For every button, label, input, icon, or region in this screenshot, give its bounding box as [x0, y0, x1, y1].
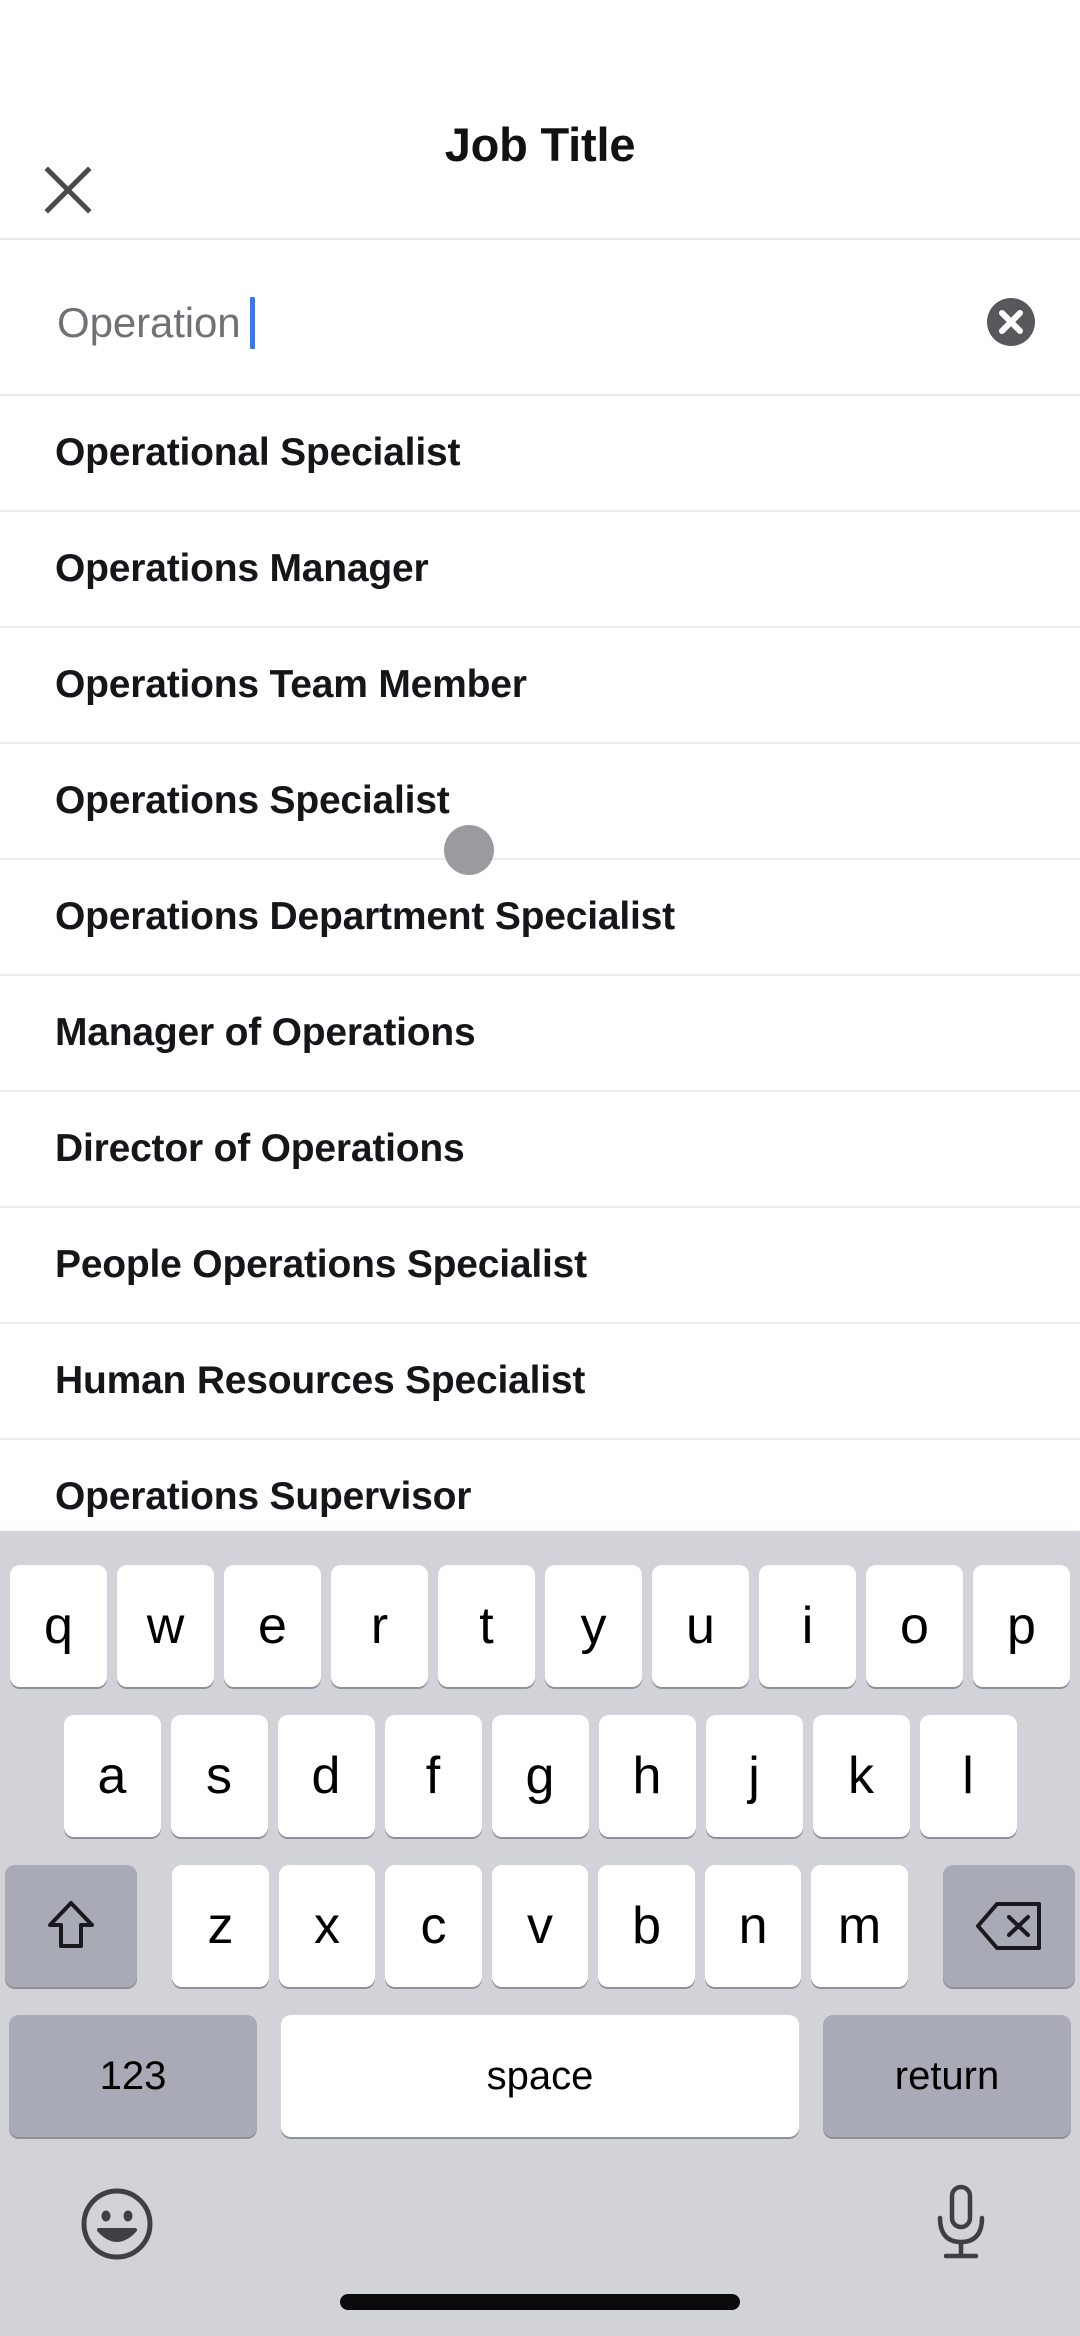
list-item-label: Operations Manager — [55, 547, 429, 590]
key-e[interactable]: e — [224, 1565, 321, 1687]
emoji-key[interactable] — [72, 2181, 162, 2271]
phone-screen: Job Title Operation Operational Speciali… — [0, 0, 1080, 2336]
key-c[interactable]: c — [385, 1865, 482, 1987]
list-item[interactable]: Operational Specialist — [0, 396, 1080, 512]
list-item[interactable]: Operations Specialist — [0, 744, 1080, 860]
key-f[interactable]: f — [384, 1715, 482, 1837]
microphone-icon — [928, 2182, 994, 2271]
backspace-key[interactable] — [942, 1865, 1076, 1987]
row4-left-gap — [262, 2015, 276, 2137]
return-key[interactable]: return — [823, 2015, 1071, 2137]
row3-right-gap — [913, 1865, 938, 1987]
clear-circle-x-icon — [986, 297, 1036, 347]
key-w[interactable]: w — [117, 1565, 214, 1687]
list-item-label: Director of Operations — [55, 1127, 465, 1170]
key-m[interactable]: m — [811, 1865, 908, 1987]
space-key[interactable]: space — [281, 2015, 799, 2137]
keyboard-bottom-bar — [0, 2165, 1080, 2336]
row3-left-gap — [142, 1865, 167, 1987]
list-item-label: Operations Supervisor — [55, 1475, 472, 1518]
navigation-bar: Job Title — [0, 0, 1080, 240]
keyboard-row-4: 123 space return — [0, 2015, 1080, 2137]
list-item[interactable]: Operations Manager — [0, 512, 1080, 628]
key-h[interactable]: h — [598, 1715, 696, 1837]
key-d[interactable]: d — [277, 1715, 375, 1837]
search-field-row[interactable]: Operation — [0, 250, 1080, 396]
search-input-value: Operation — [57, 299, 241, 346]
list-item-label: Human Resources Specialist — [55, 1359, 586, 1402]
key-q[interactable]: q — [10, 1565, 107, 1687]
key-y[interactable]: y — [545, 1565, 642, 1687]
list-item[interactable]: Director of Operations — [0, 1092, 1080, 1208]
emoji-smiley-icon — [79, 2186, 155, 2267]
touch-point — [444, 825, 494, 875]
clear-search-button[interactable] — [986, 297, 1036, 347]
key-x[interactable]: x — [278, 1865, 376, 1987]
key-i[interactable]: i — [759, 1565, 856, 1687]
text-caret — [249, 297, 255, 349]
key-o[interactable]: o — [866, 1565, 963, 1687]
key-p[interactable]: p — [973, 1565, 1070, 1687]
row4-right-gap — [804, 2015, 818, 2137]
list-item[interactable]: Human Resources Specialist — [0, 1324, 1080, 1440]
list-item-label: Operational Specialist — [55, 431, 461, 474]
key-k[interactable]: k — [812, 1715, 910, 1837]
home-indicator[interactable] — [340, 2294, 740, 2310]
key-v[interactable]: v — [491, 1865, 589, 1987]
key-t[interactable]: t — [438, 1565, 535, 1687]
list-item[interactable]: Manager of Operations — [0, 976, 1080, 1092]
list-item-label: Operations Department Specialist — [55, 895, 675, 938]
key-z[interactable]: z — [172, 1865, 269, 1987]
shift-key[interactable] — [5, 1865, 138, 1987]
dictation-key[interactable] — [916, 2181, 1006, 2271]
backspace-delete-icon — [975, 1900, 1043, 1952]
shift-arrow-icon — [44, 1896, 98, 1956]
keyboard-row-3: z x c v b n m — [0, 1865, 1080, 1987]
key-r[interactable]: r — [331, 1565, 428, 1687]
list-item-label: Operations Specialist — [55, 779, 450, 822]
onscreen-keyboard: q w e r t y u i o p a s d f g h j k l z … — [0, 1531, 1080, 2336]
key-a[interactable]: a — [63, 1715, 161, 1837]
list-item-label: Operations Team Member — [55, 663, 527, 706]
list-item[interactable]: People Operations Specialist — [0, 1208, 1080, 1324]
list-item-label: People Operations Specialist — [55, 1243, 587, 1286]
row2-right-spacer — [1022, 1715, 1075, 1837]
row2-left-spacer — [6, 1715, 59, 1837]
key-b[interactable]: b — [598, 1865, 695, 1987]
search-input[interactable]: Operation — [57, 250, 255, 396]
keyboard-row-1: q w e r t y u i o p — [0, 1565, 1080, 1687]
key-l[interactable]: l — [919, 1715, 1017, 1837]
keyboard-row-2: a s d f g h j k l — [0, 1715, 1080, 1837]
list-item[interactable]: Operations Department Specialist — [0, 860, 1080, 976]
key-g[interactable]: g — [491, 1715, 589, 1837]
list-item-label: Manager of Operations — [55, 1011, 476, 1054]
list-item[interactable]: Operations Supervisor — [0, 1440, 1080, 1531]
key-s[interactable]: s — [170, 1715, 268, 1837]
job-title-results-list[interactable]: Operational Specialist Operations Manage… — [0, 396, 1080, 1531]
list-item[interactable]: Operations Team Member — [0, 628, 1080, 744]
key-n[interactable]: n — [704, 1865, 802, 1987]
key-j[interactable]: j — [705, 1715, 803, 1837]
numbers-key[interactable]: 123 — [9, 2015, 257, 2137]
page-title: Job Title — [444, 117, 636, 171]
key-u[interactable]: u — [652, 1565, 749, 1687]
